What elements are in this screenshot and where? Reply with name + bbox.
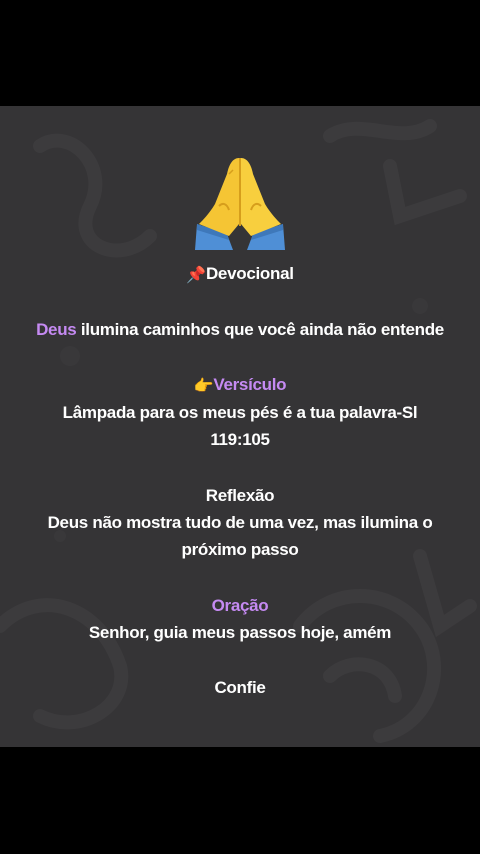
devotional-card: 📌Devocional Deus ilumina caminhos que vo…	[0, 106, 480, 747]
verse-line-1: Lâmpada para os meus pés é a tua palavra…	[62, 403, 418, 422]
headline-rest: ilumina caminhos que você ainda não ente…	[76, 320, 444, 339]
praying-hands-icon	[195, 158, 285, 250]
verse-heading: 👉Versículo	[20, 375, 460, 396]
top-letterbox	[0, 0, 480, 106]
closing-word: Confie	[214, 678, 266, 697]
headline: Deus ilumina caminhos que você ainda não…	[20, 320, 460, 340]
prayer-text: Senhor, guia meus passos hoje, amém	[88, 623, 392, 642]
reflection-heading: Reflexão	[205, 486, 275, 505]
reflection-line-2: próximo passo	[181, 540, 299, 559]
prayer-heading: Oração	[211, 596, 269, 615]
devotional-title: 📌Devocional	[20, 264, 460, 285]
bottom-letterbox	[0, 747, 480, 854]
verse-line-2: 119:105	[210, 430, 270, 449]
pointing-hand-icon: 👉	[193, 378, 214, 395]
headline-highlight: Deus	[36, 320, 77, 339]
reflection-line-1: Deus não mostra tudo de uma vez, mas ilu…	[47, 513, 433, 532]
pushpin-icon: 📌	[186, 267, 206, 284]
verse-heading-text: Versículo	[213, 375, 287, 394]
devotional-text: 📌Devocional Deus ilumina caminhos que vo…	[0, 106, 480, 747]
title-text: Devocional	[205, 264, 294, 283]
